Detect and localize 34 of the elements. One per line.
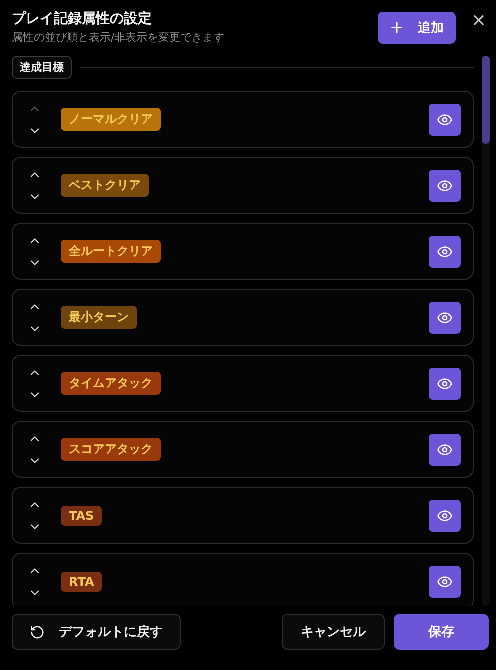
attribute-tag: 全ルートクリア: [61, 240, 161, 263]
attribute-tag: TAS: [61, 506, 102, 526]
eye-icon: [437, 574, 453, 590]
dialog-title: プレイ記録属性の設定: [12, 10, 153, 28]
attribute-tag: 最小ターン: [61, 306, 137, 329]
eye-icon: [437, 376, 453, 392]
eye-icon: [437, 244, 453, 260]
eye-icon: [437, 310, 453, 326]
reset-button[interactable]: デフォルトに戻す: [12, 614, 181, 650]
close-button[interactable]: ×: [470, 10, 488, 31]
visibility-toggle[interactable]: [429, 434, 461, 466]
eye-icon: [437, 178, 453, 194]
visibility-toggle[interactable]: [429, 368, 461, 400]
attribute-tag: RTA: [61, 572, 102, 592]
section-label: 達成目標: [12, 56, 72, 79]
visibility-toggle[interactable]: [429, 236, 461, 268]
scroll-bar[interactable]: [482, 56, 490, 606]
attribute-tag: ベストクリア: [61, 174, 149, 197]
eye-icon: [437, 112, 453, 128]
attribute-tag: スコアアタック: [61, 438, 161, 461]
add-button[interactable]: + 追加: [378, 12, 456, 44]
cancel-button[interactable]: キャンセル: [282, 614, 385, 650]
visibility-toggle[interactable]: [429, 302, 461, 334]
visibility-toggle[interactable]: [429, 500, 461, 532]
eye-icon: [437, 442, 453, 458]
save-button[interactable]: 保存: [394, 614, 489, 650]
visibility-toggle[interactable]: [429, 566, 461, 598]
visibility-toggle[interactable]: [429, 104, 461, 136]
reset-icon: [30, 624, 45, 640]
dialog-subtitle: 属性の並び順と表示/非表示を変更できます: [12, 30, 226, 45]
attribute-tag: タイムアタック: [61, 372, 161, 395]
eye-icon: [437, 508, 453, 524]
attribute-tag: ノーマルクリア: [61, 108, 161, 131]
visibility-toggle[interactable]: [429, 170, 461, 202]
